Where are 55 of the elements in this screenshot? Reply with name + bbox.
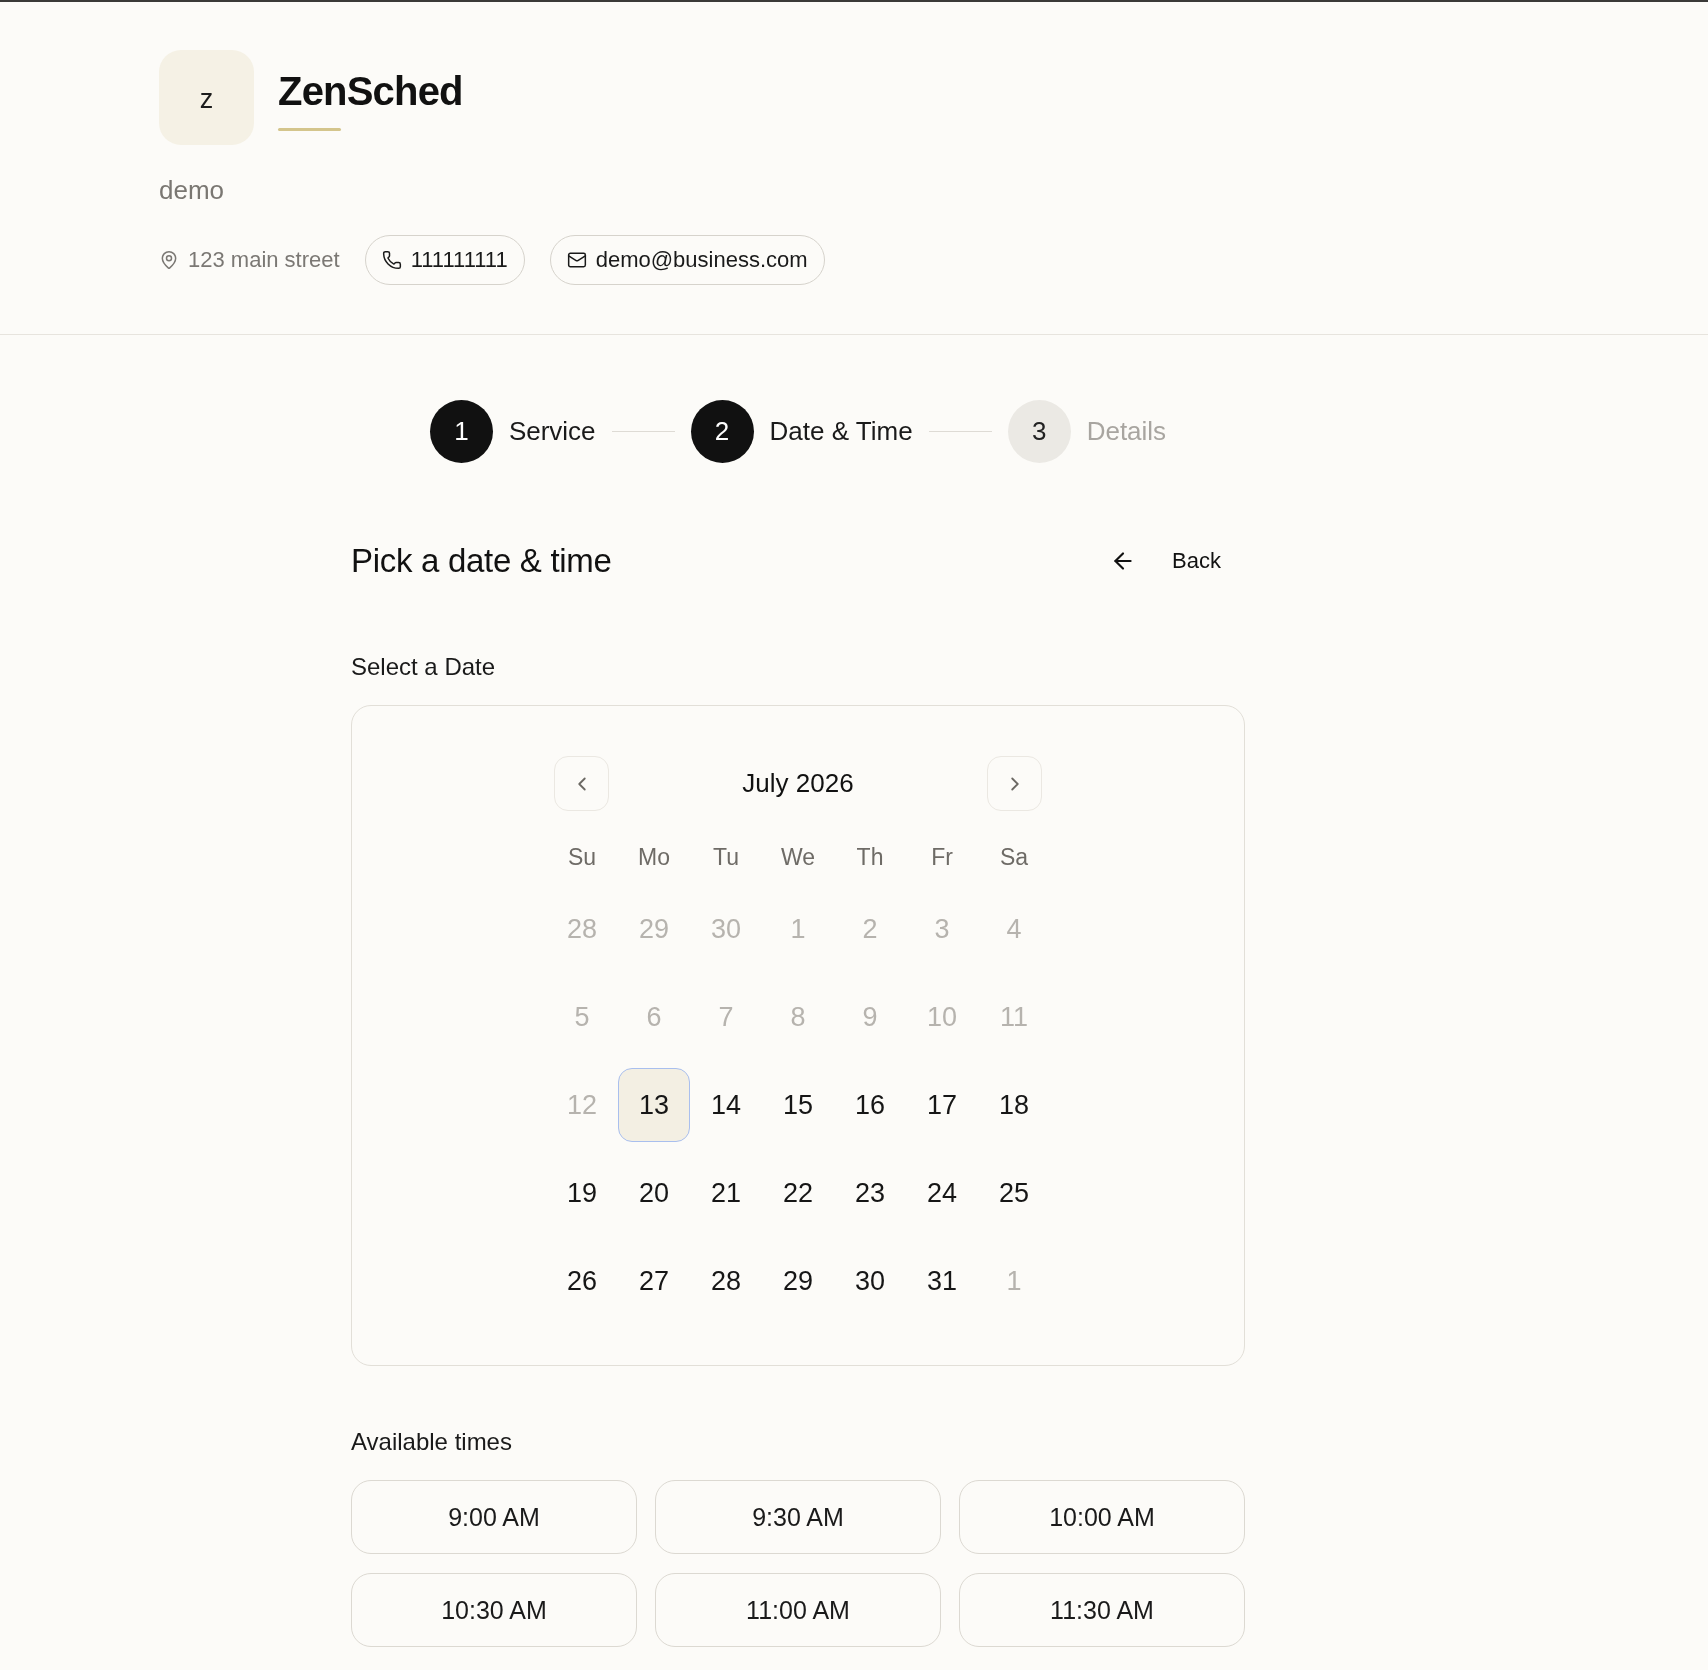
step-indicator: 3 <box>1007 400 1071 463</box>
business-name: ZenSched <box>278 68 463 115</box>
weekday-label: Th <box>855 843 885 872</box>
section-heading: Select a Date <box>351 652 496 682</box>
section-heading: Available times <box>351 1427 512 1457</box>
weekday-label: Mo <box>637 843 671 872</box>
calendar-day[interactable]: 27 <box>618 1244 690 1318</box>
calendar-day[interactable]: 31 <box>906 1244 978 1318</box>
time-slot-button[interactable]: 10:30 AM <box>351 1573 637 1647</box>
mail-icon <box>566 250 587 270</box>
weekday-label: We <box>779 843 817 872</box>
step-indicator: 1 <box>429 400 493 463</box>
time-slot-button[interactable]: 9:30 AM <box>655 1480 941 1554</box>
accent-underline <box>278 128 341 131</box>
calendar-day[interactable]: 14 <box>690 1068 762 1142</box>
time-slot-button[interactable]: 9:00 AM <box>351 1480 637 1554</box>
calendar-day[interactable]: 30 <box>834 1244 906 1318</box>
calendar-day[interactable]: 18 <box>978 1068 1050 1142</box>
calendar-day[interactable]: 28 <box>690 1244 762 1318</box>
month-title: July 2026 <box>742 768 854 799</box>
logo-monogram: z <box>159 50 254 145</box>
business-description: demo <box>159 174 225 206</box>
back-button[interactable]: Back <box>1098 540 1245 582</box>
calendar-day[interactable]: 25 <box>978 1156 1050 1230</box>
page-title: Pick a date & time <box>351 541 612 581</box>
weekday-label: Fr <box>930 843 954 872</box>
step-connector <box>928 430 992 433</box>
address-text: 123 main street <box>188 247 340 273</box>
calendar-day[interactable]: 19 <box>546 1156 618 1230</box>
weekday-label: Su <box>566 843 598 872</box>
calendar-day[interactable]: 26 <box>546 1244 618 1318</box>
weekday-label: Sa <box>998 843 1030 872</box>
location-pin-icon <box>159 250 179 270</box>
step-label: Service <box>508 416 596 447</box>
calendar-day[interactable]: 24 <box>906 1156 978 1230</box>
phone-icon <box>381 250 402 270</box>
step-connector <box>611 430 675 433</box>
calendar-day[interactable]: 21 <box>690 1156 762 1230</box>
weekday-label: Tu <box>712 843 740 872</box>
calendar-day[interactable]: 23 <box>834 1156 906 1230</box>
previous-month-button[interactable] <box>554 756 609 811</box>
calendar-day[interactable]: 16 <box>834 1068 906 1142</box>
calendar-day[interactable]: 29 <box>762 1244 834 1318</box>
time-slot-button[interactable]: 11:00 AM <box>655 1573 941 1647</box>
next-month-button[interactable] <box>987 756 1042 811</box>
step-label: Date & Time <box>769 416 913 447</box>
calendar-day[interactable]: 17 <box>906 1068 978 1142</box>
time-slot-button[interactable]: 10:00 AM <box>959 1480 1245 1554</box>
step-label: Details <box>1086 416 1167 447</box>
calendar-day[interactable]: 22 <box>762 1156 834 1230</box>
calendar-day[interactable]: 20 <box>618 1156 690 1230</box>
step-indicator: 2 <box>690 400 754 463</box>
calendar-day[interactable]: 13 <box>618 1068 690 1142</box>
time-slot-button[interactable]: 11:30 AM <box>959 1573 1245 1647</box>
calendar-day[interactable]: 15 <box>762 1068 834 1142</box>
